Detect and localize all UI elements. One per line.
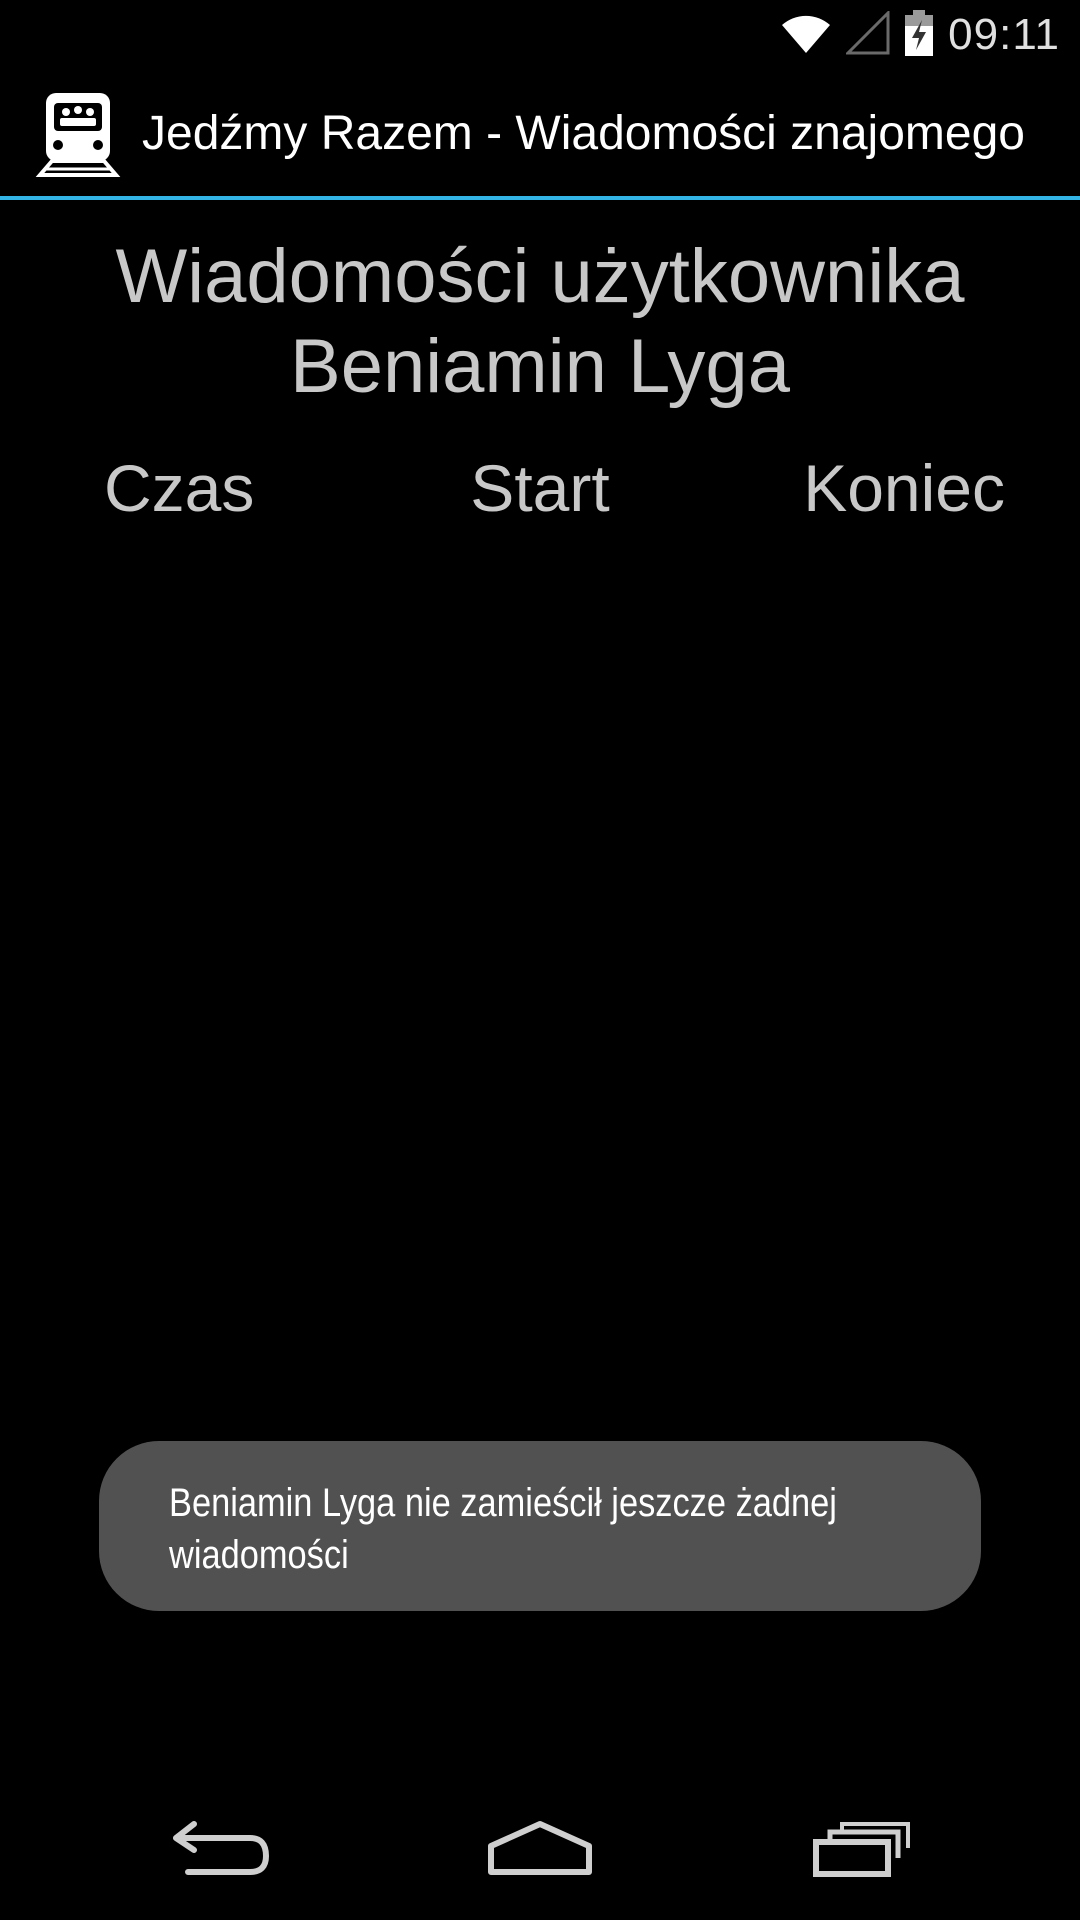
cell-signal-icon: [844, 9, 890, 59]
toast-text: Beniamin Lyga nie zamieścił jeszcze żadn…: [169, 1477, 883, 1581]
navigation-bar: [0, 1776, 1080, 1920]
home-button[interactable]: [450, 1796, 630, 1900]
status-bar: 09:11: [0, 0, 1080, 70]
toast-line-1: Beniamin Lyga nie zamieścił jeszcze żadn…: [169, 1481, 837, 1525]
back-button[interactable]: [130, 1796, 310, 1900]
app-title: Jedźmy Razem - Wiadomości znajomego: [142, 106, 1025, 160]
table-header: Czas Start Koniec: [0, 448, 1080, 528]
page-heading: Wiadomości użytkownika Beniamin Lyga: [0, 232, 1080, 412]
home-icon: [488, 1821, 592, 1875]
heading-line-1: Wiadomości użytkownika: [115, 234, 965, 319]
column-header-end: Koniec: [803, 451, 1005, 525]
action-bar-divider: [0, 196, 1080, 200]
recent-apps-icon: [813, 1822, 910, 1877]
status-icons: 09:11: [780, 0, 1060, 70]
toast-message: Beniamin Lyga nie zamieścił jeszcze żadn…: [99, 1441, 981, 1611]
heading-line-2: Beniamin Lyga: [290, 324, 790, 409]
train-people-icon[interactable]: [32, 87, 124, 179]
wifi-icon: [780, 11, 832, 59]
status-time: 09:11: [948, 10, 1060, 59]
back-icon: [173, 1821, 269, 1875]
toast-line-2: wiadomości: [169, 1533, 349, 1577]
recent-apps-button[interactable]: [772, 1796, 952, 1900]
battery-charging-icon: [904, 10, 934, 60]
action-bar: Jedźmy Razem - Wiadomości znajomego: [0, 70, 1080, 196]
